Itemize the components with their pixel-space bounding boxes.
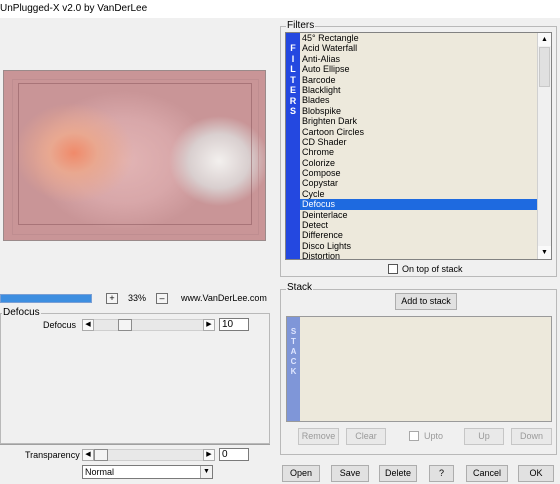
down-button[interactable]: Down	[511, 428, 552, 445]
divider	[0, 444, 270, 445]
filter-list-item[interactable]: Copystar	[300, 178, 537, 188]
chevron-down-icon[interactable]: ▼	[200, 466, 212, 478]
window-title: UnPlugged-X v2.0 by VanDerLee	[0, 3, 148, 14]
strip-letter: C	[290, 357, 297, 366]
transparency-slider[interactable]: ◀ ▶	[82, 449, 215, 461]
filter-list-item[interactable]: Compose	[300, 168, 537, 178]
slider-track[interactable]	[94, 319, 203, 331]
filter-list-item[interactable]: Acid Waterfall	[300, 43, 537, 53]
strip-letter: S	[289, 106, 296, 116]
filter-list-item[interactable]: Auto Ellipse	[300, 64, 537, 74]
up-button[interactable]: Up	[464, 428, 504, 445]
filter-list-item[interactable]: Deinterlace	[300, 210, 537, 220]
on-top-checkbox[interactable]	[388, 264, 398, 274]
filter-list-item[interactable]: Distortion	[300, 251, 537, 259]
filter-list-item[interactable]: Chrome	[300, 147, 537, 157]
filter-list-item[interactable]: 45° Rectangle	[300, 33, 537, 43]
scrollbar-thumb[interactable]	[539, 47, 550, 87]
strip-letter: S	[290, 327, 297, 336]
cancel-button[interactable]: Cancel	[466, 465, 508, 482]
filter-list-item[interactable]: Brighten Dark	[300, 116, 537, 126]
scroll-down-icon[interactable]: ▼	[538, 246, 551, 259]
slider-right-arrow-icon[interactable]: ▶	[203, 319, 215, 331]
zoom-in-button[interactable]: +	[106, 293, 118, 304]
filters-strip: FILTERS	[286, 33, 300, 259]
delete-button[interactable]: Delete	[379, 465, 417, 482]
blend-mode-value: Normal	[85, 467, 115, 477]
filters-group-title: Filters	[286, 20, 316, 31]
remove-button[interactable]: Remove	[298, 428, 339, 445]
slider-left-arrow-icon[interactable]: ◀	[82, 319, 94, 331]
strip-letter: I	[291, 53, 295, 64]
strip-letter: K	[290, 367, 297, 376]
defocus-label: Defocus	[43, 320, 77, 330]
filter-list-item[interactable]: Blobspike	[300, 106, 537, 116]
open-button[interactable]: Open	[282, 465, 320, 482]
filter-list-scrollbar[interactable]: ▲ ▼	[537, 33, 551, 259]
defocus-slider[interactable]: ◀ ▶	[82, 319, 215, 331]
preview-frame-inner-border	[18, 83, 252, 225]
strip-letter: F	[290, 43, 296, 53]
filter-list-item[interactable]: Defocus	[300, 199, 537, 210]
filter-list-item[interactable]: Detect	[300, 220, 537, 230]
website-link[interactable]: www.VanDerLee.com	[181, 293, 267, 303]
render-progress-fill	[1, 295, 91, 302]
filter-list-item[interactable]: Cartoon Circles	[300, 127, 537, 137]
strip-letter: R	[289, 95, 297, 106]
filter-list[interactable]: FILTERS 45° Rectangle Acid Waterfall Anti-…	[285, 32, 552, 260]
add-to-stack-button[interactable]: Add to stack	[395, 293, 457, 310]
help-button[interactable]: ?	[429, 465, 454, 482]
stack-list[interactable]: STACK	[286, 316, 552, 422]
strip-letter: L	[290, 64, 296, 74]
filter-items: 45° Rectangle Acid Waterfall Anti-Alias Aut…	[300, 33, 537, 259]
zoom-level: 33%	[128, 293, 147, 303]
slider-left-arrow-icon[interactable]: ◀	[82, 449, 94, 461]
transparency-value-field[interactable]: 0	[219, 448, 249, 461]
filter-list-item[interactable]: Blades	[300, 95, 537, 105]
filter-list-item[interactable]: Colorize	[300, 158, 537, 168]
upto-label: Upto	[424, 431, 444, 441]
slider-thumb[interactable]	[118, 319, 132, 331]
ok-button[interactable]: OK	[518, 465, 554, 482]
strip-letter: E	[289, 85, 296, 95]
upto-checkbox[interactable]	[409, 431, 419, 441]
filter-list-item[interactable]: Blacklight	[300, 85, 537, 95]
defocus-value-field[interactable]: 10	[219, 318, 249, 331]
filter-list-item[interactable]: Barcode	[300, 75, 537, 85]
clear-button[interactable]: Clear	[346, 428, 386, 445]
filter-list-item[interactable]: Anti-Alias	[300, 54, 537, 64]
stack-group-title: Stack	[286, 282, 314, 293]
save-button[interactable]: Save	[331, 465, 369, 482]
scroll-up-icon[interactable]: ▲	[538, 33, 551, 46]
blend-mode-select[interactable]: Normal ▼	[82, 465, 213, 479]
filter-list-item[interactable]: CD Shader	[300, 137, 537, 147]
zoom-out-button[interactable]: –	[156, 293, 168, 304]
strip-letter: T	[290, 74, 296, 85]
filter-list-item[interactable]: Disco Lights	[300, 241, 537, 251]
render-progress-bar	[0, 294, 92, 303]
transparency-label: Transparency	[25, 450, 80, 460]
slider-right-arrow-icon[interactable]: ▶	[203, 449, 215, 461]
filter-settings-title: Defocus	[2, 307, 41, 318]
stack-strip: STACK	[287, 317, 300, 421]
on-top-label: On top of stack	[402, 264, 463, 274]
filter-list-item[interactable]: Cycle	[300, 189, 537, 199]
title-bar: UnPlugged-X v2.0 by VanDerLee	[0, 0, 560, 18]
strip-letter: A	[290, 347, 297, 356]
filter-list-item[interactable]: Difference	[300, 230, 537, 240]
filter-settings-group	[0, 313, 270, 444]
slider-track[interactable]	[94, 449, 203, 461]
slider-thumb[interactable]	[94, 449, 108, 461]
strip-letter: T	[291, 337, 296, 346]
preview-image[interactable]	[3, 70, 266, 241]
